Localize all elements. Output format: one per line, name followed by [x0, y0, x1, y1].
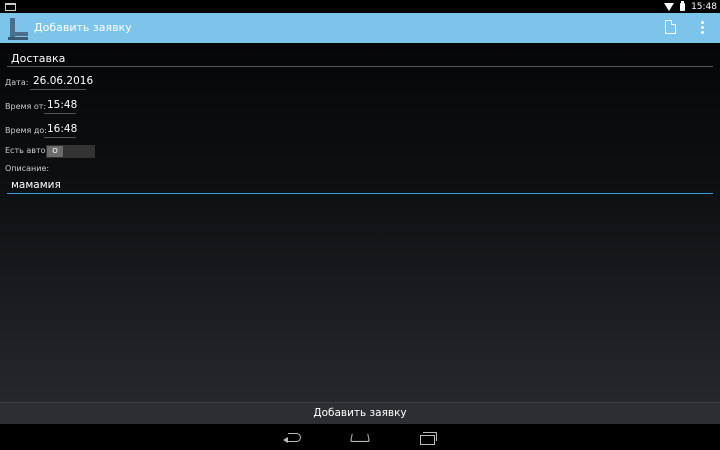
- action-bar: Добавить заявку: [0, 13, 720, 43]
- time-from-label: Время от:: [5, 102, 47, 111]
- recent-apps-icon[interactable]: [420, 432, 437, 445]
- description-label: Описание:: [5, 164, 50, 173]
- form-content: Доставка Дата: 26.06.2016 Время от: 15:4…: [0, 43, 720, 402]
- description-input[interactable]: мамамия: [7, 178, 713, 194]
- status-indicators: 15:48: [664, 0, 717, 13]
- date-label: Дата:: [5, 78, 29, 87]
- title-input[interactable]: Доставка: [7, 51, 713, 67]
- document-icon[interactable]: [665, 20, 676, 34]
- has-car-toggle[interactable]: O: [46, 145, 95, 158]
- back-icon[interactable]: [283, 432, 301, 443]
- status-bar: 15:48: [0, 0, 720, 13]
- app-screen: 15:48 Добавить заявку Доставка Дата: 26.…: [0, 0, 720, 450]
- add-request-button[interactable]: Добавить заявку: [0, 403, 720, 424]
- wifi-icon: [664, 2, 675, 11]
- home-icon[interactable]: [350, 433, 370, 443]
- page-title: Добавить заявку: [34, 21, 132, 34]
- bottom-bar: Добавить заявку: [0, 402, 720, 424]
- overflow-menu-icon[interactable]: [701, 21, 704, 35]
- app-logo-icon[interactable]: [8, 16, 28, 40]
- keyboard-icon: [5, 3, 16, 11]
- status-time: 15:48: [691, 1, 717, 12]
- time-from-picker[interactable]: 15:48: [44, 98, 77, 114]
- has-car-label: Есть авто?: [5, 146, 50, 155]
- time-to-label: Время до:: [5, 126, 47, 135]
- toggle-thumb: O: [47, 146, 63, 157]
- navigation-bar: [0, 424, 720, 450]
- date-picker[interactable]: 26.06.2016: [30, 74, 93, 90]
- battery-icon: [680, 0, 686, 11]
- time-to-picker[interactable]: 16:48: [44, 122, 77, 138]
